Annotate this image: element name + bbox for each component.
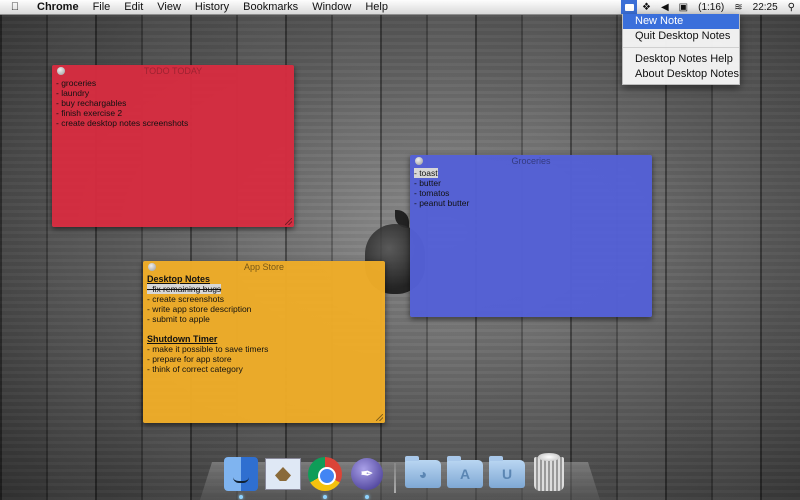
note-title: App Store (243, 262, 285, 272)
note-line-completed: - fix remaining bugs (147, 284, 222, 294)
note-heading: Desktop Notes (147, 274, 211, 284)
note-line: - create desktop notes screenshots (56, 118, 189, 128)
resize-grip-icon[interactable] (376, 414, 383, 421)
note-blank-line (147, 324, 381, 334)
status-area: ❖ ◀ ▣ (1:16) ≋ 22:25 ⚲ (621, 0, 800, 14)
battery-time[interactable]: (1:16) (693, 2, 729, 13)
menu-file[interactable]: File (86, 1, 118, 13)
note-line: - think of correct category (147, 364, 243, 374)
utilities-folder-icon[interactable]: U (489, 456, 525, 488)
note-line: - create screenshots (147, 294, 225, 304)
note-line: - butter (414, 178, 441, 188)
wifi-icon[interactable]: ≋ (729, 2, 747, 13)
pen-app-icon[interactable]: ✒ (351, 458, 383, 490)
mail-icon[interactable] (265, 458, 301, 490)
note-heading: Shutdown Timer (147, 334, 218, 344)
finder-icon[interactable] (224, 457, 258, 491)
note-line: - prepare for app store (147, 354, 232, 364)
note-line: - tomatos (414, 188, 450, 198)
note-line: - laundry (56, 88, 90, 98)
running-indicator (365, 495, 369, 499)
dock-chrome[interactable] (306, 455, 344, 499)
menu-app-name[interactable]: Chrome (30, 1, 86, 13)
dock-trash[interactable] (530, 453, 568, 493)
menu-item-help[interactable]: Desktop Notes Help (623, 52, 739, 67)
appstore-folder-icon[interactable]: A (447, 456, 483, 488)
note-line: - buy rechargables (56, 98, 127, 108)
note-body[interactable]: - toast - butter - tomatos - peanut butt… (410, 167, 652, 209)
note-titlebar[interactable]: App Store (143, 261, 385, 273)
menu-item-about[interactable]: About Desktop Notes (623, 67, 739, 82)
menu-separator (623, 47, 739, 48)
note-todo-today[interactable]: TODO TODAY - groceries - laundry - buy r… (52, 65, 294, 227)
note-titlebar[interactable]: TODO TODAY (52, 65, 294, 77)
trash-icon[interactable] (534, 453, 564, 491)
note-line: - write app store description (147, 304, 252, 314)
desktop-notes-menu: New Note Quit Desktop Notes Desktop Note… (622, 14, 740, 85)
note-line-selected: - toast (414, 168, 438, 178)
note-title: Groceries (511, 156, 551, 166)
dock-finder[interactable] (222, 455, 260, 499)
note-title: TODO TODAY (143, 66, 203, 76)
dropbox-icon[interactable]: ❖ (637, 2, 656, 13)
note-line: - submit to apple (147, 314, 210, 324)
menu-view[interactable]: View (150, 1, 188, 13)
apple-icon[interactable]:  (0, 1, 30, 13)
menu-item-quit[interactable]: Quit Desktop Notes (623, 29, 739, 44)
close-icon[interactable] (148, 263, 156, 271)
note-body[interactable]: - groceries - laundry - buy rechargables… (52, 77, 294, 129)
note-line: - groceries (56, 78, 97, 88)
dock-appstore-stack[interactable]: A (446, 455, 484, 493)
applications-folder-icon[interactable]: ◕ (405, 456, 441, 488)
dock: ✒ ◕ A U (222, 449, 568, 499)
dock-mail[interactable] (264, 455, 302, 493)
spotlight-icon[interactable]: ⚲ (783, 2, 800, 13)
menu-bar:  Chrome File Edit View History Bookmark… (0, 0, 800, 15)
menu-help[interactable]: Help (358, 1, 395, 13)
close-icon[interactable] (57, 67, 65, 75)
resize-grip-icon[interactable] (285, 218, 292, 225)
desktop-notes-icon[interactable] (621, 0, 637, 14)
note-line: - make it possible to save timers (147, 344, 269, 354)
note-titlebar[interactable]: Groceries (410, 155, 652, 167)
dock-separator (394, 463, 396, 493)
dock-pen-app[interactable]: ✒ (348, 455, 386, 499)
running-indicator (323, 495, 327, 499)
menu-window[interactable]: Window (305, 1, 358, 13)
clock[interactable]: 22:25 (748, 2, 783, 13)
dock-utilities-stack[interactable]: U (488, 455, 526, 493)
menu-bookmarks[interactable]: Bookmarks (236, 1, 305, 13)
chrome-icon[interactable] (308, 457, 342, 491)
menu-edit[interactable]: Edit (117, 1, 150, 13)
battery-icon[interactable]: ▣ (674, 2, 693, 13)
note-line: - peanut butter (414, 198, 470, 208)
close-icon[interactable] (415, 157, 423, 165)
dock-applications-stack[interactable]: ◕ (404, 455, 442, 493)
menu-item-new-note[interactable]: New Note (623, 14, 739, 29)
volume-icon[interactable]: ◀ (656, 2, 674, 13)
note-body[interactable]: Desktop Notes - fix remaining bugs - cre… (143, 273, 385, 375)
note-app-store[interactable]: App Store Desktop Notes - fix remaining … (143, 261, 385, 423)
note-line: - finish exercise 2 (56, 108, 123, 118)
menu-history[interactable]: History (188, 1, 236, 13)
note-groceries[interactable]: Groceries - toast - butter - tomatos - p… (410, 155, 652, 317)
running-indicator (239, 495, 243, 499)
